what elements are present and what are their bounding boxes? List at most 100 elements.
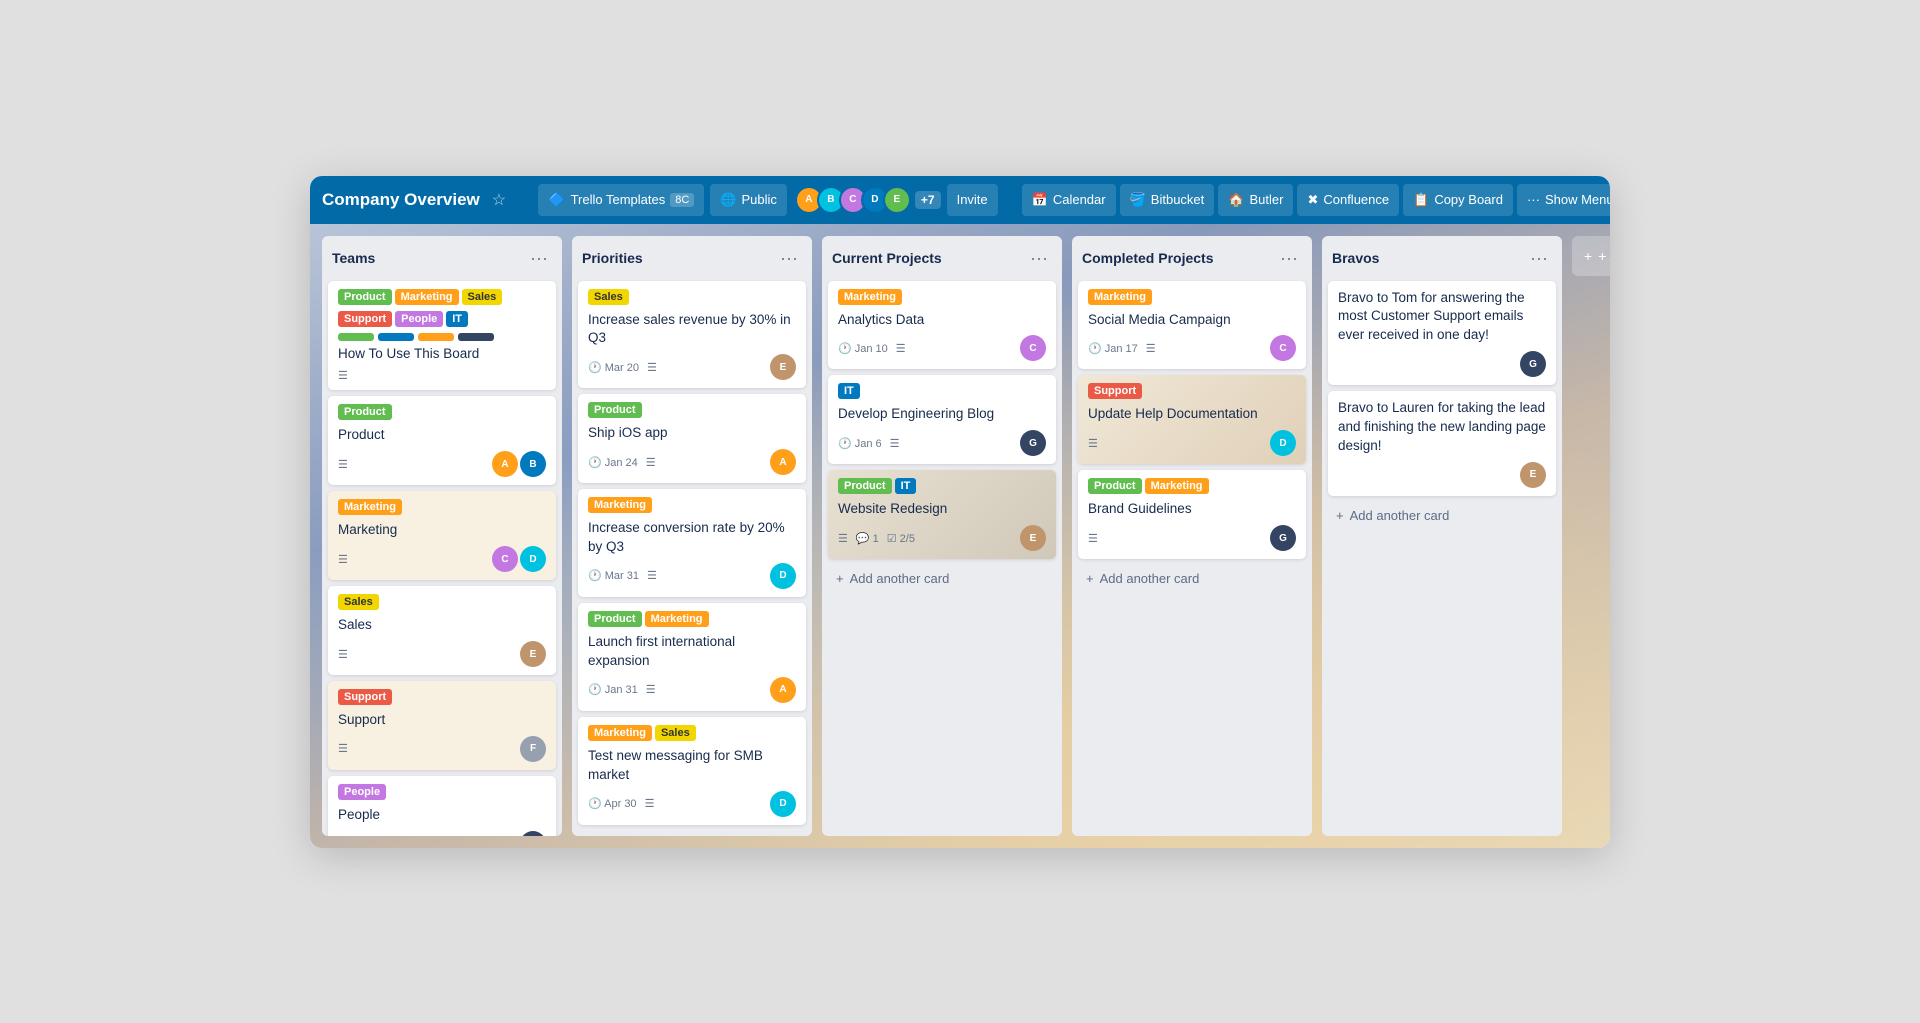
column-menu-icon[interactable]: ··· — [526, 246, 552, 271]
card-labels: Product IT — [838, 478, 1046, 494]
column-menu-icon[interactable]: ··· — [1526, 246, 1552, 271]
date-meta: 🕐 Apr 30 — [588, 797, 637, 810]
checklist-meta: ☑ 2/5 — [887, 532, 915, 545]
swatch-row-1 — [338, 333, 494, 341]
date-meta: 🕐 Jan 10 — [838, 342, 888, 355]
avatar: D — [1270, 430, 1296, 456]
card-sales[interactable]: Sales Sales ☰ E — [328, 586, 556, 675]
label-support: Support — [338, 311, 392, 327]
column-menu-icon[interactable]: ··· — [1026, 246, 1052, 271]
card-meta: ☰ 💬 1 ☑ 2/5 — [838, 532, 915, 545]
card-help-docs[interactable]: Support Update Help Documentation ☰ D — [1078, 375, 1306, 464]
confluence-button[interactable]: ✖ Confluence — [1297, 184, 1399, 216]
card-website-redesign[interactable]: Product IT Website Redesign ☰ 💬 1 ☑ 2/5 … — [828, 470, 1056, 559]
avatar: C — [1270, 335, 1296, 361]
date-meta: 🕐 Jan 6 — [838, 437, 882, 450]
members-group[interactable]: A B C D E +7 — [795, 186, 941, 214]
star-icon[interactable]: ☆ — [492, 190, 506, 210]
card-footer: ☰ E — [338, 641, 546, 667]
invite-button[interactable]: Invite — [947, 184, 998, 216]
card-bravo-tom[interactable]: Bravo to Tom for answering the most Cust… — [1328, 281, 1556, 386]
avatar-1: G — [520, 831, 546, 836]
column-title-priorities: Priorities — [582, 250, 643, 266]
card-sales-revenue[interactable]: Sales Increase sales revenue by 30% in Q… — [578, 281, 806, 389]
card-international[interactable]: Product Marketing Launch first internati… — [578, 603, 806, 711]
card-avatars: G — [520, 831, 546, 836]
card-title: Marketing — [338, 521, 546, 540]
card-title: Bravo to Tom for answering the most Cust… — [1338, 289, 1546, 346]
calendar-button[interactable]: 📅 Calendar — [1022, 184, 1116, 216]
card-labels: Product — [338, 404, 546, 420]
card-product[interactable]: Product Product ☰ A B — [328, 396, 556, 485]
card-footer: 🕐 Mar 31 ☰ D — [588, 563, 796, 589]
trello-icon: 🔷 — [548, 191, 565, 208]
card-footer: 🕐 Jan 6 ☰ G — [838, 430, 1046, 456]
card-analytics[interactable]: Marketing Analytics Data 🕐 Jan 10 ☰ C — [828, 281, 1056, 370]
card-title: How To Use This Board — [338, 345, 546, 364]
desc-icon: ☰ — [646, 456, 656, 469]
label-sales: Sales — [338, 594, 379, 610]
card-title: Increase sales revenue by 30% in Q3 — [588, 311, 796, 349]
label-sales: Sales — [462, 289, 503, 305]
card-meta: 🕐 Jan 17 ☰ — [1088, 342, 1156, 355]
card-labels: Support — [1088, 383, 1296, 399]
card-social-media[interactable]: Marketing Social Media Campaign 🕐 Jan 17… — [1078, 281, 1306, 370]
show-menu-button[interactable]: ··· Show Menu — [1517, 184, 1610, 216]
desc-icon: ☰ — [647, 569, 657, 582]
card-footer: ☰ A B — [338, 451, 546, 477]
toolbar: Company Overview ☆ 🔷 Trello Templates 8C… — [310, 176, 1610, 224]
calendar-icon: 📅 — [1032, 192, 1048, 208]
label-support: Support — [338, 689, 392, 705]
add-column-button[interactable]: + + Add anoth... — [1572, 236, 1610, 276]
card-avatars: A B — [492, 451, 546, 477]
copy-board-button[interactable]: 📋 Copy Board — [1403, 184, 1513, 216]
card-eng-blog[interactable]: IT Develop Engineering Blog 🕐 Jan 6 ☰ G — [828, 375, 1056, 464]
column-menu-icon[interactable]: ··· — [776, 246, 802, 271]
column-header-bravos: Bravos ··· — [1328, 244, 1556, 273]
card-how-to-use[interactable]: Product Marketing Sales Support People I… — [328, 281, 556, 391]
add-card-button-completed[interactable]: + Add another card — [1078, 565, 1306, 592]
browser-window: Company Overview ☆ 🔷 Trello Templates 8C… — [310, 176, 1610, 848]
add-card-button-bravos[interactable]: + Add another card — [1328, 502, 1556, 529]
public-button[interactable]: 🌐 Public — [710, 184, 787, 216]
plus-icon: + — [836, 571, 844, 586]
column-current-projects: Current Projects ··· Marketing Analytics… — [822, 236, 1062, 836]
column-bravos: Bravos ··· Bravo to Tom for answering th… — [1322, 236, 1562, 836]
card-bravo-lauren[interactable]: Bravo to Lauren for taking the lead and … — [1328, 391, 1556, 496]
card-smb-messaging[interactable]: Marketing Sales Test new messaging for S… — [578, 717, 806, 825]
label-people: People — [338, 784, 386, 800]
card-title: Increase conversion rate by 20% by Q3 — [588, 519, 796, 557]
card-meta: 🕐 Mar 20 ☰ — [588, 361, 657, 374]
column-header-current: Current Projects ··· — [828, 244, 1056, 273]
card-conversion[interactable]: Marketing Increase conversion rate by 20… — [578, 489, 806, 597]
member-avatar[interactable]: E — [883, 186, 911, 214]
comment-meta: 💬 1 — [856, 532, 879, 545]
card-support[interactable]: Support Support ☰ F — [328, 681, 556, 770]
desc-icon: ☰ — [338, 553, 348, 566]
column-menu-icon[interactable]: ··· — [1276, 246, 1302, 271]
add-card-button-priorities[interactable]: + Add another card — [578, 831, 806, 836]
card-labels: Support — [338, 689, 546, 705]
card-ios-app[interactable]: Product Ship iOS app 🕐 Jan 24 ☰ A — [578, 394, 806, 483]
column-header-teams: Teams ··· — [328, 244, 556, 273]
card-labels: Product Marketing — [1088, 478, 1296, 494]
card-labels: Marketing — [338, 499, 546, 515]
bitbucket-button[interactable]: 🪣 Bitbucket — [1120, 184, 1215, 216]
card-people[interactable]: People People ☰ G — [328, 776, 556, 836]
card-labels: Product Marketing Sales — [338, 289, 546, 305]
column-title-bravos: Bravos — [1332, 250, 1379, 266]
card-labels: Sales — [338, 594, 546, 610]
butler-icon: 🏠 — [1228, 192, 1244, 208]
label-marketing: Marketing — [395, 289, 459, 305]
column-title-current: Current Projects — [832, 250, 942, 266]
card-title: Social Media Campaign — [1088, 311, 1296, 330]
add-card-button-current[interactable]: + Add another card — [828, 565, 1056, 592]
avatar-2: D — [520, 546, 546, 572]
plus-icon: + — [1086, 571, 1094, 586]
desc-icon: ☰ — [1146, 342, 1156, 355]
trello-templates-button[interactable]: 🔷 Trello Templates 8C — [538, 184, 704, 216]
card-meta: ☰ — [1088, 532, 1098, 545]
card-marketing[interactable]: Marketing Marketing ☰ C D — [328, 491, 556, 580]
butler-button[interactable]: 🏠 Butler — [1218, 184, 1293, 216]
card-brand-guidelines[interactable]: Product Marketing Brand Guidelines ☰ G — [1078, 470, 1306, 559]
